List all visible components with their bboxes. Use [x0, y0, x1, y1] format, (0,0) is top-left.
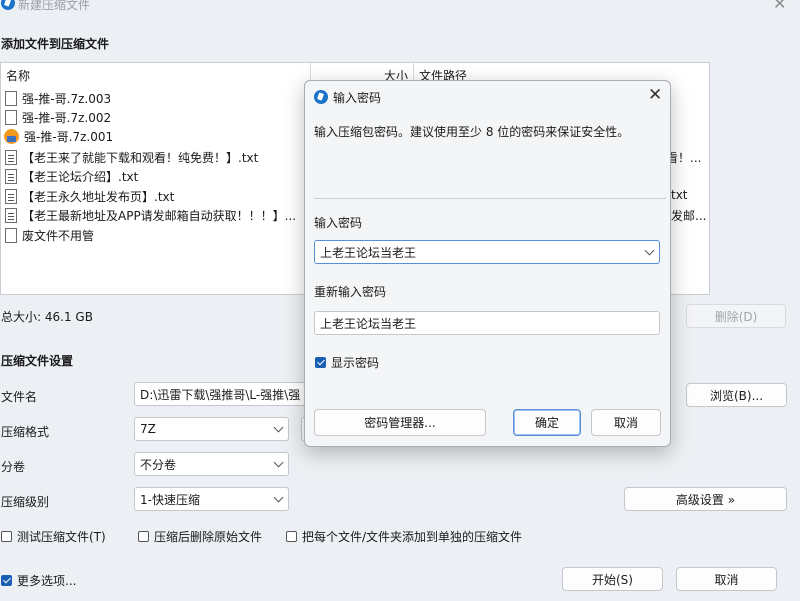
format-value: 7Z: [140, 422, 156, 436]
cancel-button[interactable]: 取消: [676, 567, 777, 591]
file-path: 发邮...: [671, 209, 707, 223]
window-title: 新建压缩文件: [18, 0, 91, 12]
file-icon: [5, 110, 17, 125]
chevron-down-icon: [273, 457, 284, 468]
level-value: 1-快速压缩: [140, 492, 200, 507]
start-button[interactable]: 开始(S): [562, 567, 663, 591]
close-icon[interactable]: ✕: [648, 85, 662, 105]
checkbox-label: 把每个文件/文件夹添加到单独的压缩文件: [302, 530, 523, 544]
delete-source-checkbox[interactable]: 压缩后删除原始文件: [138, 528, 262, 545]
column-header-name[interactable]: 名称: [6, 67, 30, 84]
settings-section-title: 压缩文件设置: [1, 354, 74, 368]
format-label: 压缩格式: [1, 425, 50, 439]
app-icon: [1, 0, 15, 10]
title-bar: 新建压缩文件 ✕: [0, 0, 800, 14]
dialog-title: 输入密码: [333, 91, 382, 105]
list-item[interactable]: 【老王论坛介绍】.txt: [5, 167, 138, 186]
checkbox-label: 更多选项...: [17, 574, 77, 588]
split-select[interactable]: 不分卷: [134, 452, 289, 476]
list-item[interactable]: 强-推-哥.7z.001: [4, 127, 113, 146]
chevron-down-icon[interactable]: [644, 245, 655, 256]
split-label: 分卷: [1, 460, 26, 474]
file-icon: [5, 91, 17, 106]
dialog-hint: 输入压缩包密码。建议使用至少 8 位的密码来保证安全性。: [314, 125, 630, 139]
file-name: 【老王论坛介绍】.txt: [22, 170, 139, 184]
checkbox-box[interactable]: [1, 531, 12, 542]
advanced-settings-button[interactable]: 高级设置 »: [624, 487, 787, 511]
file-name: 强-推-哥.7z.001: [24, 130, 114, 144]
close-icon[interactable]: ✕: [773, 0, 786, 13]
checkbox-label: 测试压缩文件(T): [17, 530, 106, 544]
filename-label: 文件名: [1, 390, 38, 404]
file-name: 【老王来了就能下载和观看！纯免费！】.txt: [22, 151, 259, 165]
text-file-icon: [5, 208, 17, 223]
more-options-checkbox[interactable]: 更多选项...: [1, 572, 76, 589]
list-item[interactable]: 强-推-哥.7z.002: [5, 108, 111, 127]
checkbox-box[interactable]: [138, 531, 149, 542]
test-archive-checkbox[interactable]: 测试压缩文件(T): [1, 528, 106, 545]
dialog-cancel-button[interactable]: 取消: [591, 409, 661, 436]
file-name: 强-推-哥.7z.003: [22, 92, 112, 106]
level-label: 压缩级别: [1, 495, 50, 509]
file-name: 【老王最新地址及APP请发邮箱自动获取！！！】...: [22, 209, 297, 223]
ok-button[interactable]: 确定: [513, 409, 581, 436]
password-input[interactable]: 上老王论坛当老王: [314, 240, 660, 264]
files-section-title: 添加文件到压缩文件: [1, 37, 110, 51]
delete-button[interactable]: 删除(D): [686, 304, 786, 328]
list-item[interactable]: 废文件不用管: [5, 226, 94, 245]
chevron-down-icon: [273, 492, 284, 503]
file-name: 强-推-哥.7z.002: [22, 111, 112, 125]
app-icon: [314, 90, 328, 104]
checkbox-box[interactable]: [286, 531, 297, 542]
checkbox-box[interactable]: [315, 357, 326, 368]
checkbox-label: 压缩后删除原始文件: [154, 530, 263, 544]
total-size: 总大小: 46.1 GB: [1, 310, 93, 324]
chevron-down-icon: [273, 422, 284, 433]
password-label: 输入密码: [314, 216, 363, 230]
password-manager-button[interactable]: 密码管理器...: [314, 409, 486, 436]
format-select[interactable]: 7Z: [134, 417, 289, 441]
list-item[interactable]: 强-推-哥.7z.003: [5, 89, 111, 108]
repeat-password-label: 重新输入密码: [314, 285, 387, 299]
separate-archives-checkbox[interactable]: 把每个文件/文件夹添加到单独的压缩文件: [286, 528, 522, 545]
text-file-icon: [5, 150, 17, 165]
list-item[interactable]: 【老王来了就能下载和观看！纯免费！】.txt: [5, 148, 258, 167]
file-name: 废文件不用管: [22, 229, 95, 243]
browse-button[interactable]: 浏览(B)...: [686, 383, 787, 407]
file-path: 看！...: [666, 151, 702, 165]
split-value: 不分卷: [140, 457, 177, 472]
list-item[interactable]: 【老王最新地址及APP请发邮箱自动获取！！！】...: [5, 206, 296, 225]
file-icon: [5, 228, 17, 243]
list-item[interactable]: 【老王永久地址发布页】.txt: [5, 187, 174, 206]
text-file-icon: [5, 169, 17, 184]
repeat-password-input[interactable]: 上老王论坛当老王: [314, 311, 660, 335]
text-file-icon: [5, 189, 17, 204]
show-password-checkbox[interactable]: 显示密码: [315, 354, 379, 371]
archive-icon: [4, 129, 19, 144]
divider: [314, 198, 666, 199]
file-path: txt: [671, 188, 688, 202]
password-value: 上老王论坛当老王: [320, 245, 417, 260]
checkbox-box[interactable]: [1, 575, 12, 586]
checkbox-label: 显示密码: [331, 356, 380, 370]
password-dialog: 输入密码 ✕ 输入压缩包密码。建议使用至少 8 位的密码来保证安全性。 输入密码…: [304, 80, 671, 447]
level-select[interactable]: 1-快速压缩: [134, 487, 289, 511]
file-name: 【老王永久地址发布页】.txt: [22, 190, 175, 204]
